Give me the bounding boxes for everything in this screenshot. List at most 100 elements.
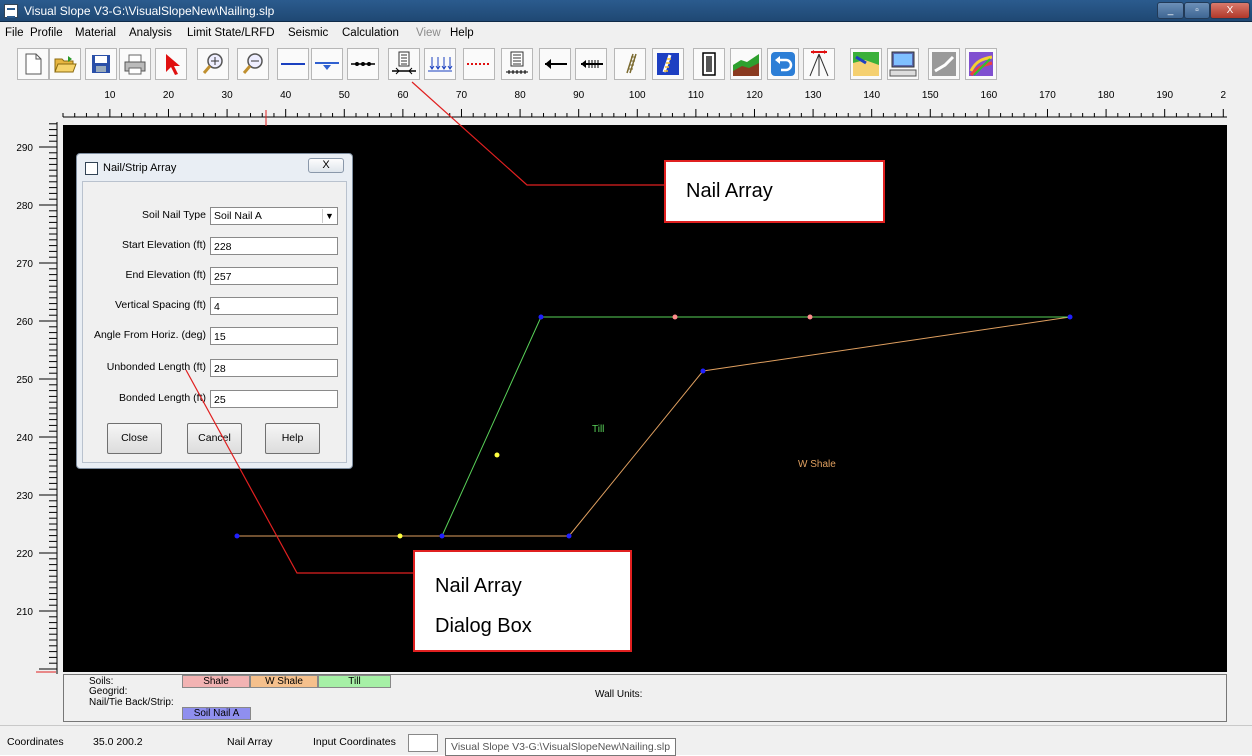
title-bar[interactable]: Visual Slope V3-G:\VisualSlopeNew\Nailin… [0,0,1252,22]
profile-node[interactable] [700,368,706,374]
save-button[interactable] [85,48,117,80]
soil-swatch-till[interactable]: Till [318,675,391,688]
end-elevation-field[interactable]: 257 [210,267,338,285]
ruler-x-label: 50 [339,90,351,101]
input-coordinates-field[interactable] [408,734,438,752]
ruler-x-label: 170 [1039,90,1056,101]
line-button[interactable] [277,48,309,80]
dialog-title: Nail/Strip Array [103,162,177,174]
zoom-in-icon [202,53,223,74]
horizontal-ruler: 10 20 30 40 50 60 70 80 90 100 110 120 130 140 150 160 1… [0,86,1252,122]
dialog-help-button[interactable]: Help [265,423,320,454]
profile-node[interactable] [538,314,544,320]
results-button[interactable] [965,48,997,80]
status-bar: Coordinates 35.0 200.2 Nail Array Input … [0,725,1252,756]
analyze-button[interactable] [652,48,684,80]
wall-icon [702,52,716,76]
soil-swatch-shale[interactable]: Shale [182,675,250,688]
water-table-button[interactable] [311,48,343,80]
dialog-cancel-button[interactable]: Cancel [187,423,242,454]
profile-node[interactable] [672,314,678,320]
tieback-button[interactable] [575,48,607,80]
layers-button[interactable] [614,48,646,80]
minimize-button[interactable]: _ [1157,2,1184,19]
line-icon [281,63,305,65]
strip-button[interactable] [501,48,533,80]
unbonded-length-field[interactable]: 28 [210,359,338,377]
menu-file[interactable]: File [5,27,24,39]
ruler-y-label: 270 [16,259,33,270]
new-file-button[interactable] [17,48,49,80]
start-elevation-label: Start Elevation (ft) [121,239,206,251]
menu-profile[interactable]: Profile [30,27,63,39]
ruler-x-label: 10 [104,90,116,101]
geogrid-label: Geogrid: [89,686,128,697]
menu-seismic[interactable]: Seismic [288,27,328,39]
maximize-button[interactable]: ▫ [1184,2,1210,19]
profile-node[interactable] [807,314,813,320]
open-button[interactable] [49,48,81,80]
close-window-button[interactable]: X [1210,2,1250,19]
profile-node[interactable] [397,533,403,539]
analyze-icon [657,53,679,75]
dialog-close-icon[interactable]: X [308,158,344,173]
angle-field[interactable]: 15 [210,327,338,345]
seismic-icon [809,50,829,77]
bonded-length-field[interactable]: 25 [210,390,338,408]
print-button[interactable] [119,48,151,80]
select-button[interactable] [155,48,187,80]
soil-nail-type-select[interactable]: Soil Nail A ▼ [210,207,338,225]
w-shale-label: W Shale [798,459,836,470]
chevron-down-icon[interactable]: ▼ [322,209,336,223]
save-disk-icon [92,55,110,73]
wall-button[interactable] [693,48,725,80]
profile-button[interactable] [730,48,762,80]
menu-material[interactable]: Material [75,27,116,39]
zoom-in-button[interactable] [197,48,229,80]
ruler-x-label: 2 [1220,90,1226,101]
undo-button[interactable] [767,48,799,80]
computer-button[interactable] [887,48,919,80]
ruler-x-label: 190 [1156,90,1173,101]
dialog-body: Soil Nail Type Soil Nail A ▼ Start Elevat… [82,181,347,463]
soil-swatch-w-shale[interactable]: W Shale [250,675,318,688]
ruler-x-label: 100 [629,90,646,101]
ruler-y-label: 290 [16,143,33,154]
coordinates-label: Coordinates [7,736,64,748]
soil-nail-type-label: Soil Nail Type [141,209,206,221]
seismic-button[interactable] [803,48,835,80]
mode-indicator: Nail Array [227,736,273,748]
boundary-button[interactable] [463,48,495,80]
menu-help[interactable]: Help [450,27,474,39]
profile-node[interactable] [439,533,445,539]
computer-icon [889,51,917,77]
results-icon [969,52,993,77]
profile-node[interactable] [234,533,240,539]
distributed-load-button[interactable] [424,48,456,80]
select-arrow-icon [166,54,180,75]
menu-analysis[interactable]: Analysis [129,27,172,39]
menu-limit-state[interactable]: Limit State/LRFD [187,27,275,39]
vertical-spacing-field[interactable]: 4 [210,297,338,315]
vertical-spacing-label: Vertical Spacing (ft) [114,299,206,311]
layers-icon [626,53,637,74]
cross-section-button[interactable] [850,48,882,80]
dialog-close-button[interactable]: Close [107,423,162,454]
nail-array-button[interactable] [388,48,420,80]
load-arrow-button[interactable] [539,48,571,80]
graph-button[interactable] [928,48,960,80]
app-icon [4,4,18,18]
nail-swatch-soil-nail-a[interactable]: Soil Nail A [182,707,251,720]
ruler-y-label: 250 [16,375,33,386]
profile-node[interactable] [566,533,572,539]
zoom-out-button[interactable] [237,48,269,80]
till-boundary-line [441,316,1070,537]
menu-calculation[interactable]: Calculation [342,27,399,39]
profile-node[interactable] [494,452,500,458]
point-line-button[interactable] [347,48,379,80]
menu-view[interactable]: View [416,27,441,39]
ruler-x-label: 20 [163,90,175,101]
start-elevation-field[interactable]: 228 [210,237,338,255]
profile-node[interactable] [1067,314,1073,320]
ruler-x-label: 110 [688,90,704,101]
